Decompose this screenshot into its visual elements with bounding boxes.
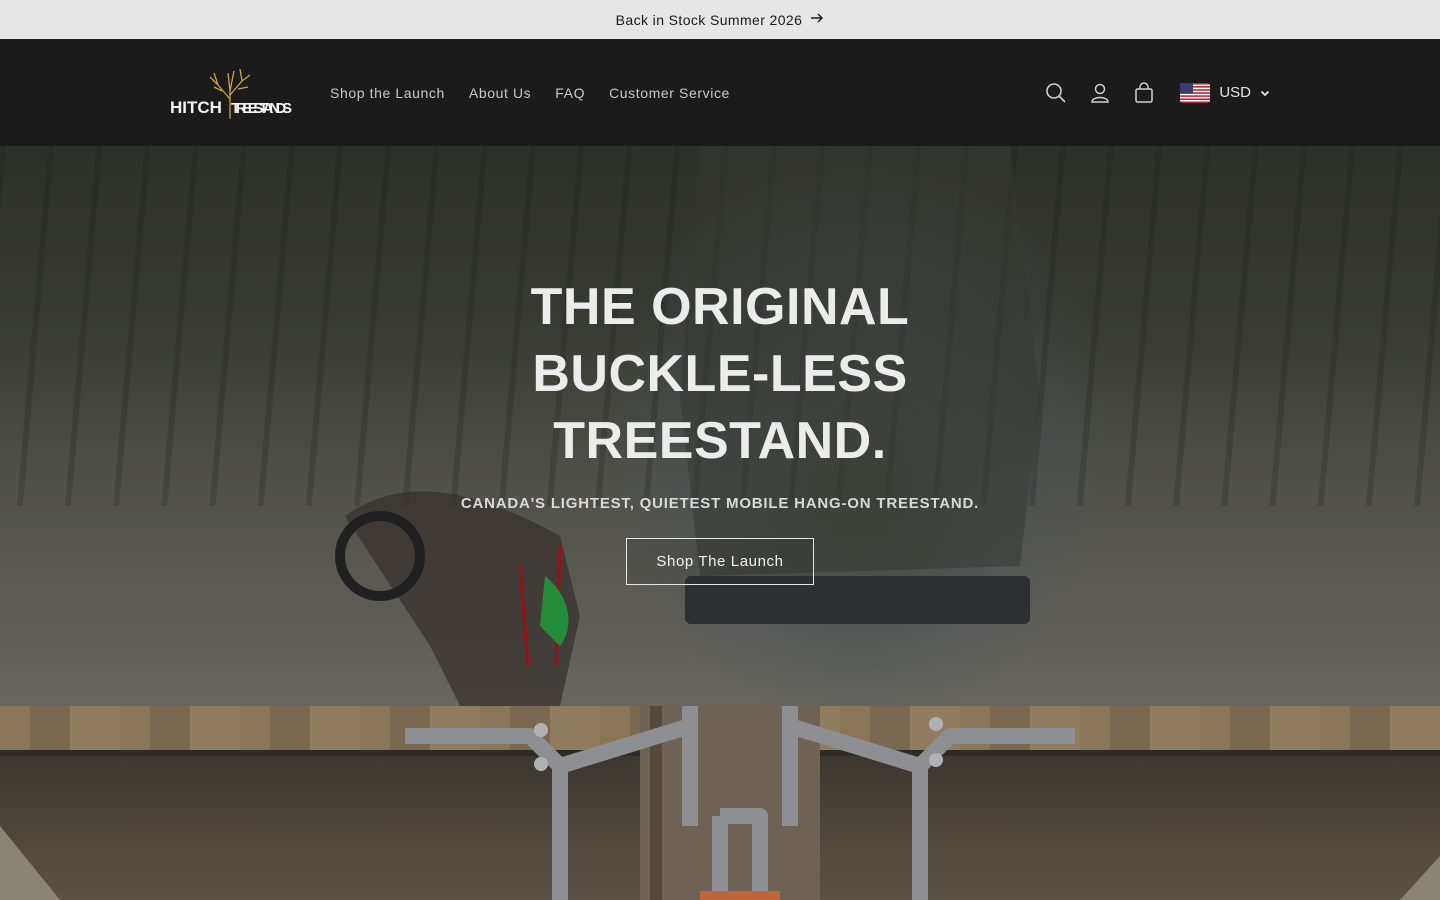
- site-header: HITCH TREESTANDS Shop the Launch About U…: [0, 39, 1440, 146]
- account-icon: [1091, 83, 1110, 103]
- treestand-frame-illustration: [0, 706, 1440, 900]
- hero-banner: THE ORIGINAL BUCKLE-LESS TREESTAND. CANA…: [0, 146, 1440, 706]
- cart-button[interactable]: [1122, 71, 1166, 115]
- cart-icon: [1135, 81, 1154, 103]
- treestand-image-section: [0, 706, 1440, 900]
- hero-title: THE ORIGINAL BUCKLE-LESS TREESTAND.: [460, 274, 980, 475]
- currency-selector[interactable]: USD: [1180, 82, 1270, 103]
- announcement-bar[interactable]: Back in Stock Summer 2026: [0, 0, 1440, 39]
- us-flag-icon: [1180, 82, 1211, 103]
- nav-faq[interactable]: FAQ: [543, 77, 597, 109]
- chevron-down-icon: [1260, 90, 1270, 96]
- announcement-text: Back in Stock Summer 2026: [615, 11, 803, 28]
- brand-logo[interactable]: HITCH TREESTANDS: [170, 65, 292, 121]
- hero-content: THE ORIGINAL BUCKLE-LESS TREESTAND. CANA…: [0, 274, 1440, 585]
- currency-code: USD: [1219, 84, 1251, 101]
- hero-title-line: TREESTAND.: [553, 412, 887, 470]
- shop-the-launch-button[interactable]: Shop The Launch: [626, 538, 814, 585]
- search-icon: [1046, 82, 1066, 103]
- search-button[interactable]: [1034, 71, 1078, 115]
- nav-about-us[interactable]: About Us: [457, 77, 543, 109]
- main-nav: Shop the Launch About Us FAQ Customer Se…: [330, 77, 742, 109]
- nav-shop-the-launch[interactable]: Shop the Launch: [330, 77, 457, 109]
- header-actions: USD: [1034, 71, 1270, 115]
- nav-customer-service[interactable]: Customer Service: [597, 77, 742, 109]
- hero-title-line: THE ORIGINAL: [530, 278, 910, 336]
- hero-title-line: BUCKLE-LESS: [532, 345, 908, 403]
- arrow-right-icon: [810, 11, 824, 28]
- svg-text:TREESTANDS: TREESTANDS: [231, 100, 292, 117]
- svg-text:HITCH: HITCH: [170, 98, 222, 117]
- account-button[interactable]: [1078, 71, 1122, 115]
- hero-subtitle: CANADA'S LIGHTEST, QUIETEST MOBILE HANG-…: [460, 495, 980, 512]
